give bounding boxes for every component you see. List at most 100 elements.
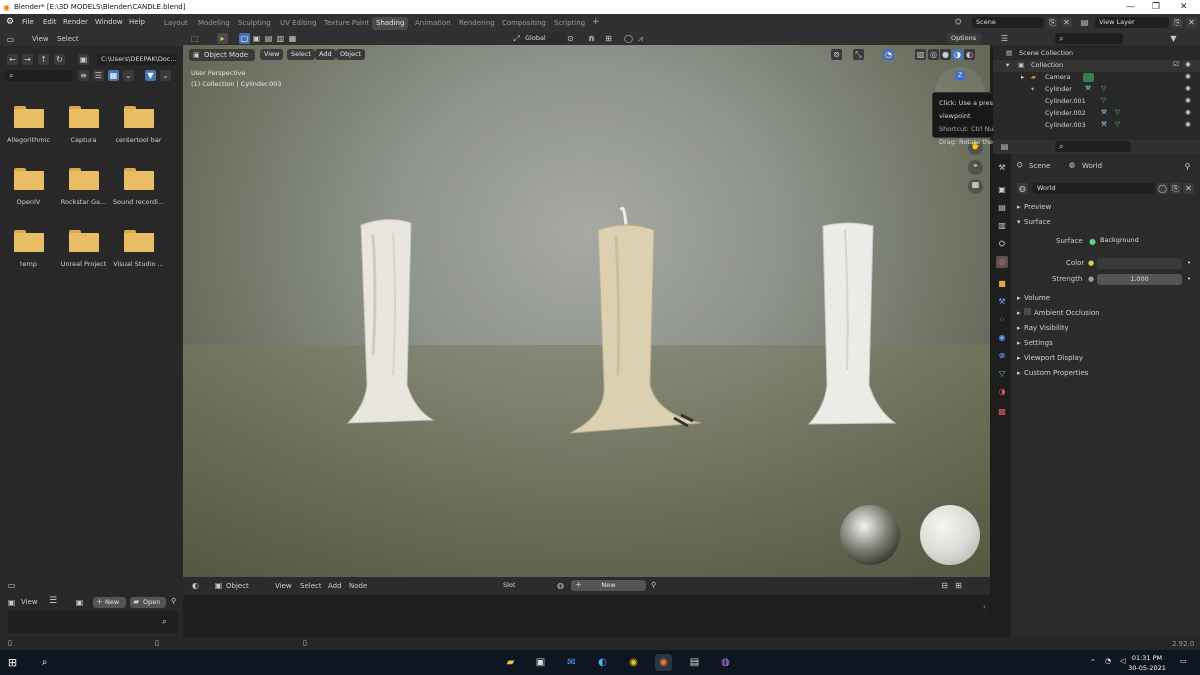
forward-arrow-icon[interactable]: →	[22, 54, 33, 65]
outliner-collection-row[interactable]: ▾ ▣ Collection ☑ ◉	[993, 60, 1200, 72]
section-ray-visibility[interactable]: Ray Visibility	[1024, 324, 1069, 332]
shader-type-icon[interactable]: ▣	[213, 580, 224, 591]
folder-item[interactable]: Sound recordi...	[111, 168, 166, 206]
world-tab-icon[interactable]: ◍	[996, 256, 1008, 268]
select-extend-icon[interactable]: ▣	[251, 33, 262, 44]
copy-view-layer-icon[interactable]: ⎘	[1172, 17, 1183, 28]
blender-menu-icon[interactable]: ⚙	[6, 17, 14, 27]
outliner-item-cylinder-002[interactable]: Cylinder.002 ⚒ ▽ ◉	[993, 108, 1200, 120]
shader-type-select[interactable]: Object	[226, 582, 249, 590]
display-dropdown-icon[interactable]: ⌄	[123, 70, 134, 81]
tab-modeling[interactable]: Modeling	[194, 17, 234, 30]
fake-user-icon[interactable]: ◯	[1157, 183, 1168, 194]
mail-icon[interactable]: ✉	[563, 654, 580, 671]
select-intersect-icon[interactable]: ▦	[287, 33, 298, 44]
folder-item[interactable]: Visual Studio ...	[111, 230, 166, 268]
ambient-occlusion-checkbox[interactable]	[1024, 308, 1031, 315]
shading-wireframe-icon[interactable]: ◎	[928, 49, 939, 60]
material-browse-icon[interactable]: ◍	[555, 580, 566, 591]
eye-icon[interactable]: ◉	[1185, 72, 1191, 80]
candle-right[interactable]	[803, 220, 898, 430]
select-box-icon[interactable]: ▢	[239, 33, 250, 44]
menu-window[interactable]: Window	[95, 18, 123, 26]
visibility-icon[interactable]: ⊚	[831, 49, 842, 60]
zoom-icon[interactable]: ⌕	[162, 617, 167, 627]
volume-icon[interactable]: ◁	[1120, 657, 1125, 665]
expand-arrow-icon[interactable]: ▸	[1017, 309, 1021, 317]
tab-uv-editing[interactable]: UV Editing	[276, 17, 321, 30]
outliner-item-cylinder[interactable]: ▾ Cylinder ⚒ ▽ ◉	[993, 84, 1200, 96]
menu-hamburger-icon[interactable]: ☰	[49, 596, 57, 606]
output-tab-icon[interactable]: ▤	[996, 202, 1008, 214]
new-folder-icon[interactable]: ▣	[78, 54, 89, 65]
tab-layout[interactable]: Layout	[160, 17, 192, 30]
3d-viewport[interactable]: ▣ Object Mode View Select Add Object Use…	[183, 45, 990, 577]
menu-edit[interactable]: Edit	[43, 18, 57, 26]
outliner-item-camera[interactable]: ▸ ▰ Camera ◉	[993, 72, 1200, 84]
properties-search-input[interactable]	[1055, 141, 1131, 152]
particles-tab-icon[interactable]: ⁘	[996, 314, 1008, 326]
select-subtract-icon[interactable]: ▤	[263, 33, 274, 44]
folder-item[interactable]: Rockstar Ga...	[56, 168, 111, 206]
modifier-tab-icon[interactable]: ⚒	[996, 296, 1008, 308]
shading-solid-icon[interactable]: ●	[940, 49, 951, 60]
section-ambient-occlusion[interactable]: Ambient Occlusion	[1034, 309, 1100, 317]
collapse-arrow-icon[interactable]: ▾	[1017, 218, 1021, 226]
outliner-item-cylinder-001[interactable]: Cylinder.001 ▽ ◉	[993, 96, 1200, 108]
select-invert-icon[interactable]: ▥	[275, 33, 286, 44]
constraints-tab-icon[interactable]: ⊗	[996, 350, 1008, 362]
clock-date[interactable]: 30-05-2021	[1126, 664, 1168, 672]
wifi-icon[interactable]: ◔	[1105, 657, 1111, 665]
strength-field[interactable]: 1.000	[1097, 274, 1182, 285]
world-browse-icon[interactable]: ◍	[1017, 183, 1028, 194]
view-layer-icon[interactable]: ▤	[1079, 17, 1090, 28]
keyframe-dot-icon[interactable]: •	[1187, 259, 1191, 267]
chrome-icon[interactable]: ◉	[625, 654, 642, 671]
folder-item[interactable]: centertool bar	[111, 106, 166, 144]
tool-tab-icon[interactable]: ⚒	[996, 162, 1008, 174]
tab-rendering[interactable]: Rendering	[455, 17, 499, 30]
editor-type-icon[interactable]: ▭	[6, 580, 17, 591]
view-layer-tab-icon[interactable]: ▥	[996, 220, 1008, 232]
image-editor-icon[interactable]: ▣	[6, 597, 17, 608]
editor-type-icon[interactable]: ▭	[5, 34, 16, 45]
gizmo-z-axis[interactable]: Z	[955, 71, 965, 81]
section-volume[interactable]: Volume	[1024, 294, 1050, 302]
editor-type-icon[interactable]: ☰	[999, 33, 1010, 44]
editor-type-icon[interactable]: ⬚	[189, 33, 200, 44]
expand-arrow-icon[interactable]: ▸	[1017, 369, 1021, 377]
view-layer-selector[interactable]: View Layer	[1095, 17, 1169, 28]
notifications-icon[interactable]: ▭	[1180, 657, 1187, 665]
pivot-point-icon[interactable]: ⊙	[565, 33, 576, 44]
viewport-view-menu[interactable]: View	[260, 49, 284, 60]
minimize-button[interactable]: —	[1126, 2, 1135, 12]
outliner-item-cylinder-003[interactable]: Cylinder.003 ⚒ ▽ ◉	[993, 120, 1200, 132]
scene-selector[interactable]: Scene	[972, 17, 1044, 28]
xray-toggle-icon[interactable]: ▨	[915, 49, 926, 60]
list-vertical-icon[interactable]: ≡	[78, 70, 89, 81]
tab-scripting[interactable]: Scripting	[550, 17, 589, 30]
proportional-edit-icon[interactable]: ◯	[623, 33, 634, 44]
menu-render[interactable]: Render	[63, 18, 88, 26]
windows-start-icon[interactable]: ⊞	[4, 654, 21, 671]
shading-material-icon[interactable]: ◑	[952, 49, 963, 60]
expand-arrow-icon[interactable]: ▸	[1021, 73, 1024, 81]
options-dropdown[interactable]: Options	[947, 33, 981, 44]
tab-sculpting[interactable]: Sculpting	[234, 17, 275, 30]
scene-tab-icon[interactable]: ⛭	[996, 238, 1008, 250]
maximize-button[interactable]: ❐	[1152, 2, 1160, 12]
tray-chevron-icon[interactable]: ⌃	[1090, 658, 1096, 666]
mode-select[interactable]: ▣ Object Mode	[189, 49, 255, 61]
data-tab-icon[interactable]: ▽	[996, 368, 1008, 380]
section-custom-properties[interactable]: Custom Properties	[1024, 369, 1088, 377]
candle-center[interactable]	[566, 205, 706, 440]
edge-icon[interactable]: ◐	[594, 654, 611, 671]
editor-type-icon[interactable]: ◐	[190, 580, 201, 591]
tab-texture-paint[interactable]: Texture Paint	[320, 17, 373, 30]
image-canvas[interactable]	[8, 611, 178, 633]
timeline-view-menu[interactable]: View	[21, 598, 38, 606]
backdrop-icon[interactable]: ⊟	[939, 580, 950, 591]
material-tab-icon[interactable]: ◑	[996, 386, 1008, 398]
eye-icon[interactable]: ◉	[1185, 84, 1191, 92]
tab-shading[interactable]: Shading	[372, 17, 409, 30]
